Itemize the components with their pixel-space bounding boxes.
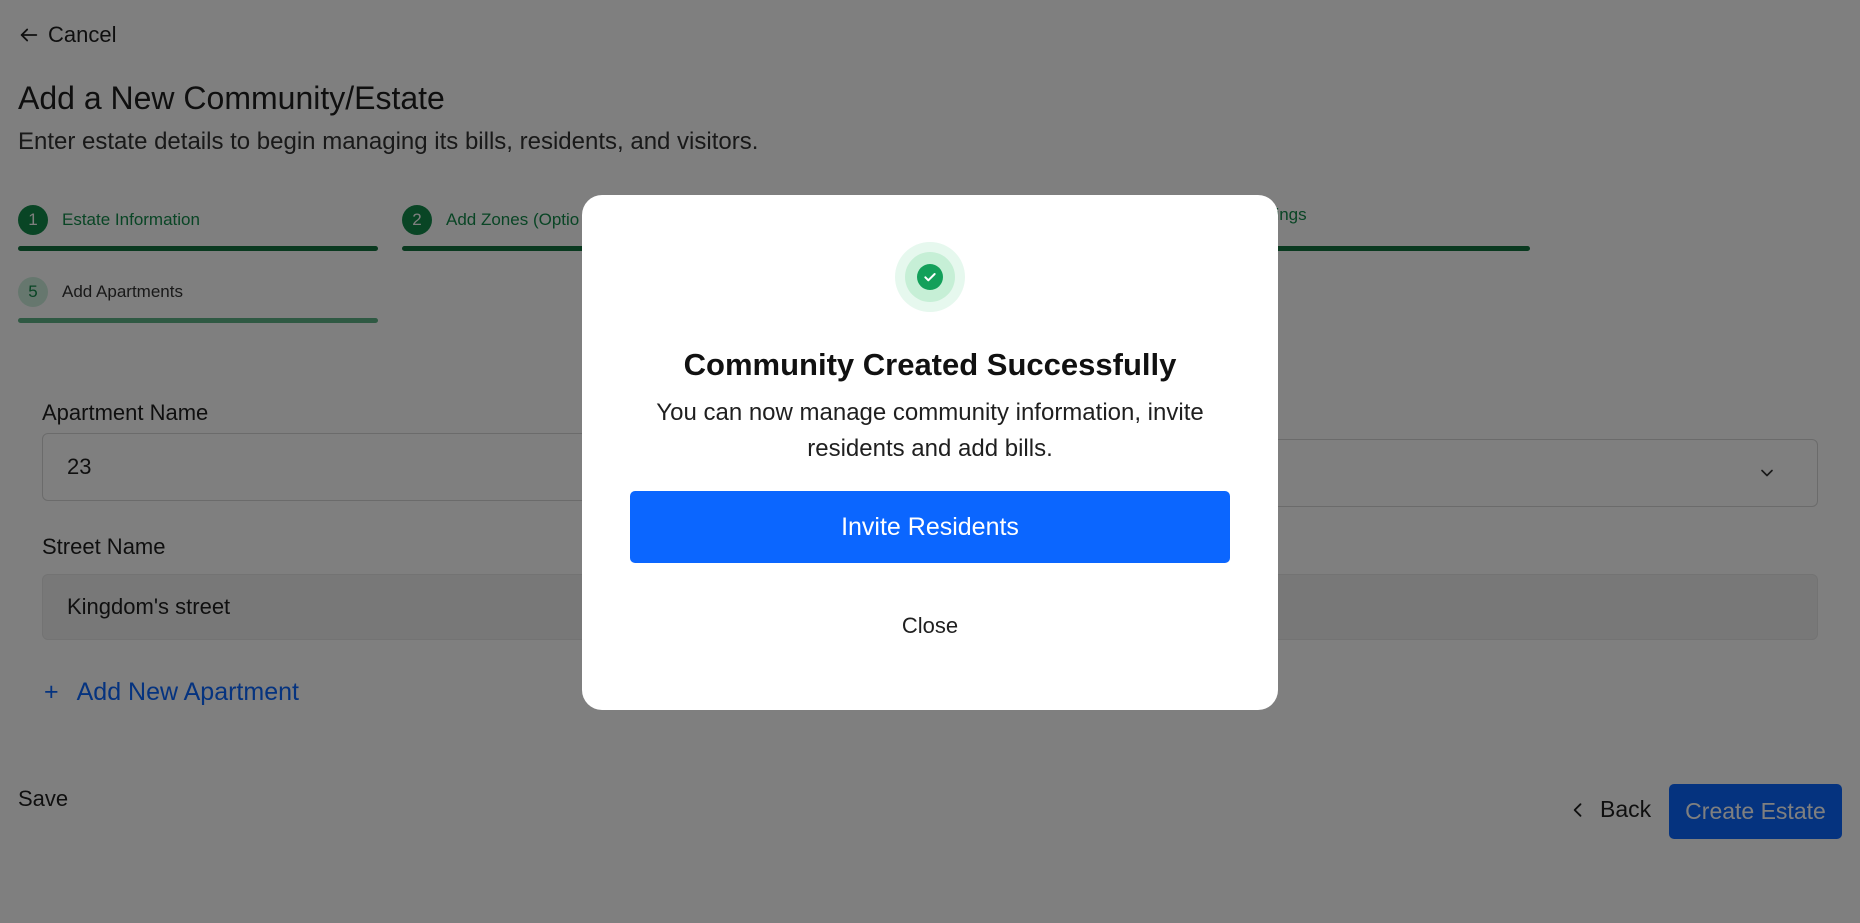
invite-residents-button[interactable]: Invite Residents <box>630 491 1230 563</box>
success-icon <box>895 242 965 312</box>
check-icon <box>924 273 936 282</box>
close-button[interactable]: Close <box>582 613 1278 639</box>
modal-message: You can now manage community information… <box>656 399 1204 462</box>
modal-title: Community Created Successfully <box>683 347 1177 382</box>
success-modal: Community Created Successfully You can n… <box>582 195 1278 710</box>
